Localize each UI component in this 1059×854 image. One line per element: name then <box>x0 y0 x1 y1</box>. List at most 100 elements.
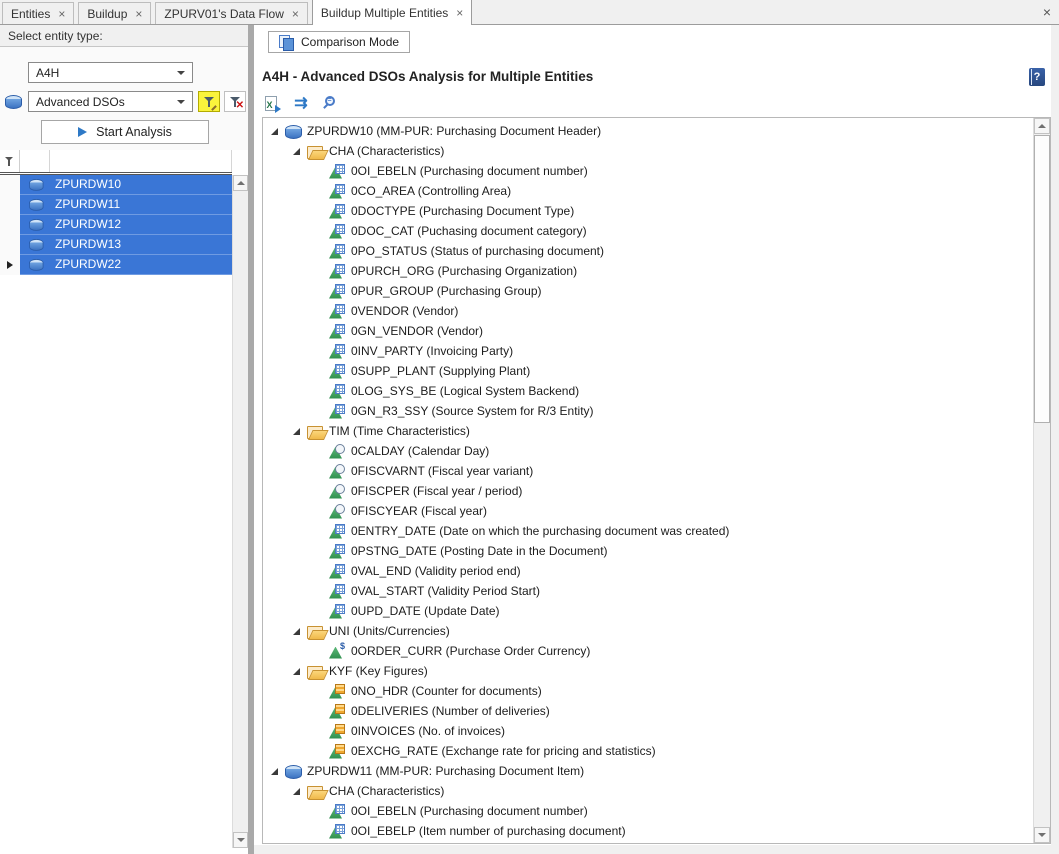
expander-icon[interactable] <box>312 545 325 558</box>
expander-icon[interactable] <box>290 145 303 158</box>
tree-item[interactable]: 0OI_EBELN (Purchasing document number) <box>263 801 1033 821</box>
tree-item[interactable]: 0DELIVERIES (Number of deliveries) <box>263 701 1033 721</box>
entity-grid-scrollbar[interactable] <box>232 175 248 848</box>
tab-entities[interactable]: Entities × <box>2 2 74 24</box>
tree-item[interactable]: 0FISCYEAR (Fiscal year) <box>263 501 1033 521</box>
expander-icon[interactable] <box>312 405 325 418</box>
tree-item[interactable]: 0PURCH_ORG (Purchasing Organization) <box>263 261 1033 281</box>
tree-item[interactable]: 0FISCPER (Fiscal year / period) <box>263 481 1033 501</box>
expander-icon[interactable] <box>312 565 325 578</box>
tree-item[interactable]: CHA (Characteristics) <box>263 781 1033 801</box>
expander-icon[interactable] <box>290 425 303 438</box>
entity-row[interactable]: ZPURDW12 <box>0 215 232 235</box>
tab-close-icon[interactable]: × <box>456 8 463 18</box>
expander-icon[interactable] <box>312 685 325 698</box>
tree-item[interactable]: 0VENDOR (Vendor) <box>263 301 1033 321</box>
export-excel-button[interactable]: X <box>262 94 282 114</box>
tree-item[interactable]: ZPURDW11 (MM-PUR: Purchasing Document It… <box>263 761 1033 781</box>
tree-item[interactable]: 0PSTNG_DATE (Posting Date in the Documen… <box>263 541 1033 561</box>
search-button[interactable]: = <box>320 94 340 114</box>
expander-icon[interactable] <box>312 265 325 278</box>
expander-icon[interactable] <box>312 825 325 838</box>
tree-item[interactable]: 0NO_HDR (Counter for documents) <box>263 681 1033 701</box>
comparison-mode-button[interactable]: Comparison Mode <box>268 31 410 53</box>
tree-item[interactable]: TIM (Time Characteristics) <box>263 421 1033 441</box>
expander-icon[interactable] <box>312 205 325 218</box>
tree-item[interactable]: 0FISCVARNT (Fiscal year variant) <box>263 461 1033 481</box>
expander-icon[interactable] <box>312 345 325 358</box>
tree-item[interactable]: 0VAL_START (Validity Period Start) <box>263 581 1033 601</box>
grid-column-icon[interactable] <box>20 150 50 172</box>
help-icon[interactable]: ? <box>1029 68 1045 86</box>
expander-icon[interactable] <box>312 485 325 498</box>
edit-filter-button[interactable] <box>198 91 220 112</box>
entity-row[interactable]: ZPURDW13 <box>0 235 232 255</box>
tree-scrollbar[interactable] <box>1033 118 1050 843</box>
expander-icon[interactable] <box>312 465 325 478</box>
clear-filter-button[interactable]: ✕ <box>224 91 246 112</box>
tab-close-icon[interactable]: × <box>292 9 299 19</box>
scroll-up-button[interactable] <box>233 175 248 191</box>
tree-item[interactable] <box>263 841 1033 843</box>
tree-item[interactable]: 0DOC_CAT (Puchasing document category) <box>263 221 1033 241</box>
entity-type-select[interactable]: Advanced DSOs <box>28 91 193 112</box>
expander-icon[interactable] <box>312 285 325 298</box>
expander-icon[interactable] <box>312 525 325 538</box>
pane-close-icon[interactable]: × <box>1043 4 1051 20</box>
scrollbar-thumb[interactable] <box>1034 135 1050 423</box>
expander-icon[interactable] <box>312 645 325 658</box>
tree-item[interactable]: 0INVOICES (No. of invoices) <box>263 721 1033 741</box>
tab-zpurv01-s-data-flow[interactable]: ZPURV01's Data Flow × <box>155 2 307 24</box>
tree-item[interactable]: 0EXCHG_RATE (Exchange rate for pricing a… <box>263 741 1033 761</box>
expander-icon[interactable] <box>312 445 325 458</box>
tree-item[interactable]: 0PUR_GROUP (Purchasing Group) <box>263 281 1033 301</box>
tree-item[interactable]: 0LOG_SYS_BE (Logical System Backend) <box>263 381 1033 401</box>
tree-item[interactable]: ZPURDW10 (MM-PUR: Purchasing Document He… <box>263 121 1033 141</box>
scroll-down-button[interactable] <box>233 832 248 848</box>
scroll-down-button[interactable] <box>1034 827 1050 843</box>
scroll-up-button[interactable] <box>1034 118 1050 134</box>
grid-column-name[interactable] <box>50 150 232 172</box>
tab-close-icon[interactable]: × <box>58 9 65 19</box>
expander-icon[interactable] <box>312 225 325 238</box>
tab-buildup[interactable]: Buildup × <box>78 2 151 24</box>
expander-icon[interactable] <box>268 125 281 138</box>
expander-icon[interactable] <box>312 605 325 618</box>
expander-icon[interactable] <box>312 585 325 598</box>
start-analysis-button[interactable]: Start Analysis <box>41 120 209 144</box>
tab-buildup-multiple-entities[interactable]: Buildup Multiple Entities × <box>312 0 472 25</box>
tree-item[interactable]: 0INV_PARTY (Invoicing Party) <box>263 341 1033 361</box>
expander-icon[interactable] <box>312 385 325 398</box>
tree-item[interactable]: 0CALDAY (Calendar Day) <box>263 441 1033 461</box>
tree-item[interactable]: CHA (Characteristics) <box>263 141 1033 161</box>
tree-item[interactable]: 0ORDER_CURR (Purchase Order Currency) <box>263 641 1033 661</box>
tree-item[interactable]: 0GN_R3_SSY (Source System for R/3 Entity… <box>263 401 1033 421</box>
transfer-button[interactable]: ⇉ <box>291 94 311 114</box>
expander-icon[interactable] <box>312 325 325 338</box>
tree-item[interactable]: UNI (Units/Currencies) <box>263 621 1033 641</box>
tree-item[interactable]: 0OI_EBELN (Purchasing document number) <box>263 161 1033 181</box>
tree-item[interactable]: 0DOCTYPE (Purchasing Document Type) <box>263 201 1033 221</box>
system-select[interactable]: A4H <box>28 62 193 83</box>
tree-item[interactable]: 0VAL_END (Validity period end) <box>263 561 1033 581</box>
entity-row[interactable]: ZPURDW22 <box>0 255 232 275</box>
expander-icon[interactable] <box>312 165 325 178</box>
entity-row[interactable]: ZPURDW11 <box>0 195 232 215</box>
expander-icon[interactable] <box>290 785 303 798</box>
tree-item[interactable]: 0ENTRY_DATE (Date on which the purchasin… <box>263 521 1033 541</box>
expander-icon[interactable] <box>290 665 303 678</box>
tree-item[interactable]: KYF (Key Figures) <box>263 661 1033 681</box>
grid-filter-cell[interactable] <box>0 150 20 172</box>
tree-item[interactable]: 0PO_STATUS (Status of purchasing documen… <box>263 241 1033 261</box>
tree-item[interactable]: 0OI_EBELP (Item number of purchasing doc… <box>263 821 1033 841</box>
expander-icon[interactable] <box>312 745 325 758</box>
tab-close-icon[interactable]: × <box>135 9 142 19</box>
expander-icon[interactable] <box>312 245 325 258</box>
tree-item[interactable]: 0SUPP_PLANT (Supplying Plant) <box>263 361 1033 381</box>
expander-icon[interactable] <box>312 505 325 518</box>
expander-icon[interactable] <box>312 705 325 718</box>
entity-row[interactable]: ZPURDW10 <box>0 175 232 195</box>
tree-item[interactable]: 0UPD_DATE (Update Date) <box>263 601 1033 621</box>
tree-item[interactable]: 0GN_VENDOR (Vendor) <box>263 321 1033 341</box>
expander-icon[interactable] <box>312 305 325 318</box>
